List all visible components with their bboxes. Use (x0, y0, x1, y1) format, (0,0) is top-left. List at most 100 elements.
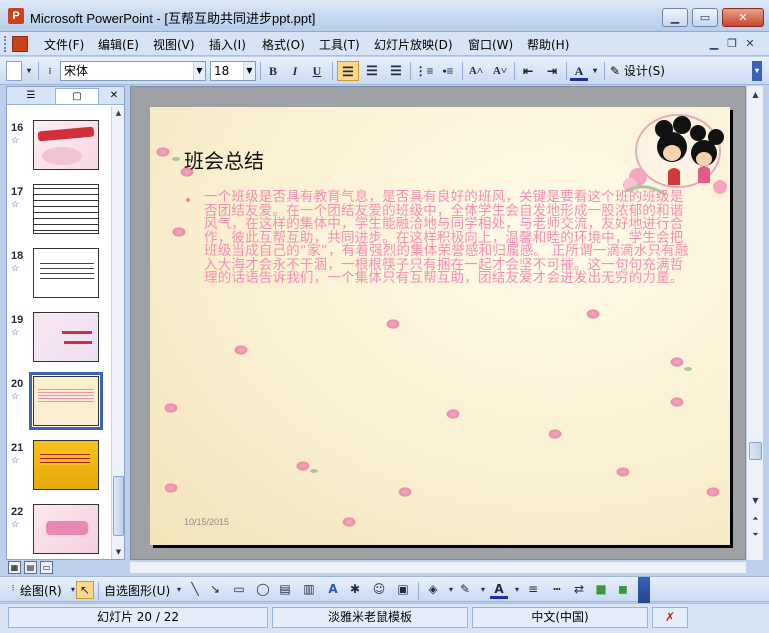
slide-thumbnail-selected[interactable] (29, 372, 103, 430)
bold-button[interactable]: B (264, 61, 282, 81)
increase-font-button[interactable]: A˄ (466, 61, 486, 81)
menu-help[interactable]: 帮助(H) (527, 36, 569, 53)
picture-icon[interactable]: ▣ (394, 581, 412, 599)
increase-indent-button[interactable]: ⇥ (542, 61, 562, 81)
close-pane-icon[interactable]: ✕ (107, 88, 121, 104)
document-icon[interactable] (12, 36, 28, 52)
new-document-icon[interactable] (6, 61, 22, 81)
next-slide-icon[interactable]: ⏷ (749, 528, 762, 542)
textbox-icon[interactable]: ▤ (276, 581, 294, 599)
scrollbar-thumb[interactable] (749, 442, 762, 460)
slide-thumbnail[interactable] (33, 440, 99, 490)
align-right-button[interactable]: ☰ (386, 61, 406, 81)
current-slide[interactable]: 班会总结 • 一个班级是否具有教育气息，是否具有良好的班风，关键是要看这个班的班… (150, 107, 730, 545)
maximize-button[interactable]: ▭ (692, 8, 718, 27)
font-color-button[interactable]: A (570, 61, 588, 81)
slide-thumbnail-row[interactable]: 21 ☆ (7, 432, 110, 492)
chevron-down-icon[interactable]: ▼ (243, 62, 255, 80)
draw-menu-button[interactable]: 绘图(R) (20, 582, 62, 599)
font-color-dropdown-icon[interactable]: ▾ (590, 61, 600, 81)
rectangle-icon[interactable]: ▭ (230, 581, 248, 599)
doc-close-icon[interactable]: ✕ (742, 36, 758, 52)
close-button[interactable]: ✕ (722, 8, 764, 27)
font-color-icon[interactable]: A (490, 581, 508, 599)
slide-scrollbar[interactable]: ▲ ▼ ⏶ ⏷ (746, 86, 763, 560)
horizontal-scrollbar[interactable] (130, 561, 746, 573)
arrow-style-icon[interactable]: ⇄ (570, 581, 588, 599)
slide-number: 21 (11, 442, 24, 454)
menu-grip[interactable] (4, 36, 8, 52)
fill-color-icon[interactable]: ◈ (424, 581, 442, 599)
menu-edit[interactable]: 编辑(E) (98, 36, 139, 53)
wordart-icon[interactable]: A (324, 581, 342, 599)
arrow-icon[interactable]: ↘ (206, 581, 224, 599)
decrease-indent-button[interactable]: ⇤ (518, 61, 538, 81)
menu-tools[interactable]: 工具(T) (319, 36, 360, 53)
new-dropdown-icon[interactable]: ▾ (24, 61, 34, 81)
decrease-font-button[interactable]: A˅ (490, 61, 510, 81)
doc-restore-icon[interactable]: ❐ (724, 36, 740, 52)
bullets-button[interactable]: •≡ (438, 61, 458, 81)
slide-body-text[interactable]: 一个班级是否具有教育气息，是否具有良好的班风，关键是要看这个班的班级是否团结友爱… (204, 190, 694, 286)
slide-thumbnail-row[interactable]: 19 ☆ (7, 304, 110, 364)
menu-insert[interactable]: 插入(I) (209, 36, 246, 53)
slide-thumbnail-row[interactable]: 20 ☆ (7, 368, 110, 430)
menu-view[interactable]: 视图(V) (153, 36, 195, 53)
scroll-down-icon[interactable]: ▼ (749, 494, 762, 508)
align-center-button[interactable]: ☰ (362, 61, 382, 81)
slide-thumbnail[interactable] (33, 312, 99, 362)
autoshapes-button[interactable]: 自选图形(U) (104, 582, 170, 599)
align-left-button[interactable]: ☰ (337, 61, 359, 81)
diagram-icon[interactable]: ✱ (346, 581, 364, 599)
slide-sorter-icon[interactable]: ▤ (24, 561, 37, 574)
toolbar-options-icon[interactable] (638, 577, 650, 603)
slide-thumbnail-row[interactable]: 17 ☆ (7, 176, 110, 236)
shadow-icon[interactable]: ■ (592, 581, 610, 599)
vertical-textbox-icon[interactable]: ▥ (300, 581, 318, 599)
menu-format[interactable]: 格式(O) (262, 36, 305, 53)
previous-slide-icon[interactable]: ⏶ (749, 512, 762, 526)
slide-thumbnail[interactable] (33, 504, 99, 554)
menu-file[interactable]: 文件(F) (44, 36, 84, 53)
slide-thumbnail-row[interactable]: 16 ☆ (7, 112, 110, 172)
tab-slides[interactable]: ▢ (55, 88, 99, 104)
slide-thumbnail-row[interactable]: 22 ☆ (7, 496, 110, 556)
line-icon[interactable]: ╲ (186, 581, 204, 599)
design-button[interactable]: ✎ 设计(S) (610, 61, 665, 81)
menu-window[interactable]: 窗口(W) (468, 36, 513, 53)
scroll-up-icon[interactable]: ▲ (113, 107, 124, 119)
slideshow-icon[interactable]: ▭ (40, 561, 53, 574)
menu-slideshow[interactable]: 幻灯片放映(D) (374, 36, 453, 53)
star-icon: ☆ (11, 392, 20, 402)
thumbnail-scrollbar[interactable]: ▲ ▼ (111, 106, 124, 559)
line-style-icon[interactable]: ≡ (524, 581, 542, 599)
oval-icon[interactable]: ◯ (254, 581, 272, 599)
select-pointer-icon[interactable]: ↖ (76, 581, 94, 599)
slide-thumbnail[interactable] (33, 184, 99, 234)
doc-minimize-icon[interactable]: ▁ (706, 36, 722, 52)
underline-button[interactable]: U (308, 61, 326, 81)
scroll-down-icon[interactable]: ▼ (113, 546, 124, 558)
font-size-combo[interactable]: 18 ▼ (210, 61, 256, 81)
toolbar-options-icon[interactable]: ▾ (752, 61, 762, 81)
slides-pane: ☰ ▢ ✕ 16 ☆ 17 ☆ 18 ☆ 19 ☆ 20 ☆ 21 ☆ 22 ☆… (6, 86, 125, 560)
line-color-icon[interactable]: ✎ (456, 581, 474, 599)
spellcheck-icon[interactable]: ✗ (652, 607, 688, 628)
slide-thumbnail-row[interactable]: 18 ☆ (7, 240, 110, 300)
numbering-button[interactable]: ⋮≡ (414, 61, 434, 81)
font-name-combo[interactable]: 宋体 ▼ (60, 61, 206, 81)
slide-thumbnail[interactable] (33, 248, 99, 298)
slide-title[interactable]: 班会总结 (184, 145, 264, 174)
3d-style-icon[interactable]: ◼ (614, 581, 632, 599)
chevron-down-icon[interactable]: ▼ (193, 62, 205, 80)
scrollbar-thumb[interactable] (113, 476, 124, 536)
clipart-icon[interactable]: ☺ (370, 581, 388, 599)
slide-thumbnail[interactable] (33, 120, 99, 170)
dash-style-icon[interactable]: ┅ (548, 581, 566, 599)
minimize-button[interactable]: ▁ (662, 8, 688, 27)
powerpoint-app-icon[interactable]: P (8, 8, 24, 24)
scroll-up-icon[interactable]: ▲ (749, 88, 762, 102)
tab-outline[interactable]: ☰ (9, 88, 53, 104)
italic-button[interactable]: I (286, 61, 304, 81)
normal-view-icon[interactable]: ▦ (8, 561, 21, 574)
